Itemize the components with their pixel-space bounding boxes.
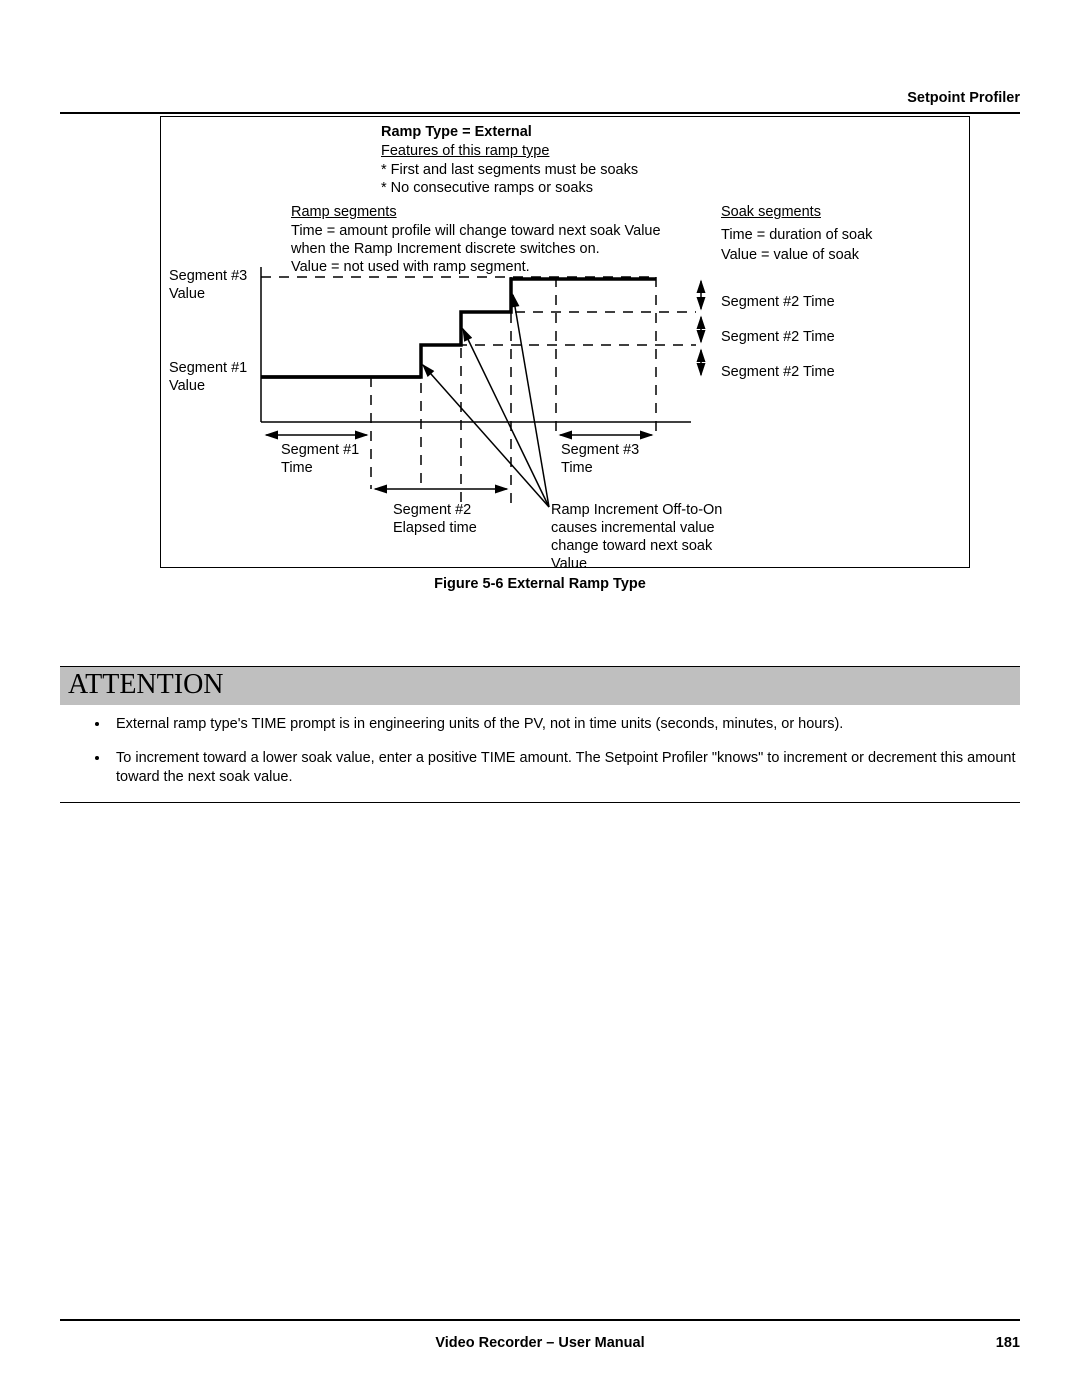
attention-block: ATTENTION External ramp type's TIME prom… <box>60 666 1020 803</box>
page-footer: Video Recorder – User Manual 181 <box>60 1335 1020 1351</box>
figure-caption: Figure 5-6 External Ramp Type <box>60 576 1020 592</box>
section-heading: Setpoint Profiler <box>60 90 1020 114</box>
footer-rule <box>60 1319 1020 1321</box>
attention-bullet: External ramp type's TIME prompt is in e… <box>110 715 1020 735</box>
ramp-diagram <box>161 117 981 567</box>
attention-bullet: To increment toward a lower soak value, … <box>110 749 1020 788</box>
footer-title: Video Recorder – User Manual <box>60 1335 1020 1351</box>
figure-frame: Ramp Type = External Features of this ra… <box>160 116 970 568</box>
attention-title: ATTENTION <box>60 667 1020 705</box>
